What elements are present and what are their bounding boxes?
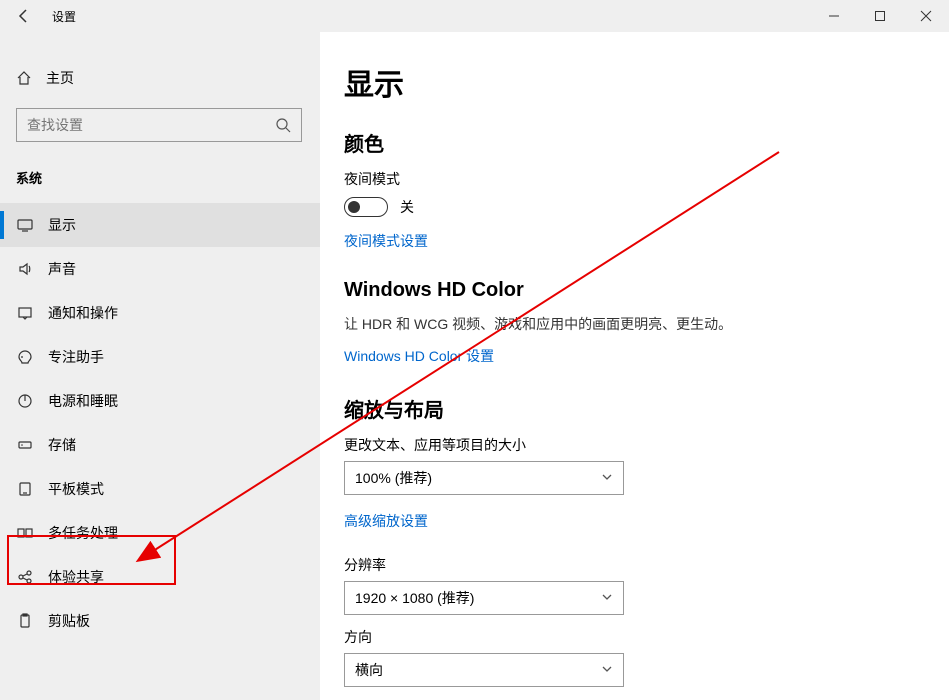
chevron-down-icon xyxy=(601,590,613,606)
home-button[interactable]: 主页 xyxy=(0,60,320,96)
maximize-button[interactable] xyxy=(857,0,903,32)
resolution-select[interactable]: 1920 × 1080 (推荐) xyxy=(344,581,624,615)
focus-icon xyxy=(16,348,34,366)
scale-heading: 缩放与布局 xyxy=(344,394,949,423)
resolution-value: 1920 × 1080 (推荐) xyxy=(355,588,474,608)
sidebar-item-label: 电源和睡眠 xyxy=(48,391,118,411)
sidebar-item-label: 通知和操作 xyxy=(48,303,118,323)
sidebar-item-focus[interactable]: 专注助手 xyxy=(0,335,320,379)
orientation-value: 横向 xyxy=(355,660,383,680)
minimize-button[interactable] xyxy=(811,0,857,32)
scale-label: 更改文本、应用等项目的大小 xyxy=(344,435,949,455)
multitask-icon xyxy=(16,524,34,542)
close-icon xyxy=(920,10,932,22)
sidebar-item-label: 多任务处理 xyxy=(48,523,118,543)
sidebar-item-tablet[interactable]: 平板模式 xyxy=(0,467,320,511)
arrow-left-icon xyxy=(16,8,32,24)
power-icon xyxy=(16,392,34,410)
sidebar-item-label: 平板模式 xyxy=(48,479,104,499)
hd-color-settings-link[interactable]: Windows HD Color 设置 xyxy=(344,346,494,366)
home-icon xyxy=(16,70,32,86)
close-button[interactable] xyxy=(903,0,949,32)
sidebar-item-display[interactable]: 显示 xyxy=(0,203,320,247)
sidebar-item-label: 剪贴板 xyxy=(48,611,90,631)
chevron-down-icon xyxy=(601,662,613,678)
sidebar-item-label: 存储 xyxy=(48,435,76,455)
search-box[interactable] xyxy=(16,108,302,142)
orientation-select[interactable]: 横向 xyxy=(344,653,624,687)
sidebar-item-label: 显示 xyxy=(48,215,76,235)
storage-icon xyxy=(16,436,34,454)
sidebar-item-power[interactable]: 电源和睡眠 xyxy=(0,379,320,423)
home-label: 主页 xyxy=(46,68,74,88)
content-pane: 显示 颜色 夜间模式 关 夜间模式设置 Windows HD Color 让 H… xyxy=(320,32,949,700)
hd-color-heading: Windows HD Color xyxy=(344,279,949,302)
sidebar-item-label: 声音 xyxy=(48,259,76,279)
scale-select[interactable]: 100% (推荐) xyxy=(344,461,624,495)
page-title: 显示 xyxy=(344,60,949,104)
back-button[interactable] xyxy=(0,0,48,32)
orientation-label: 方向 xyxy=(344,627,949,647)
night-mode-settings-link[interactable]: 夜间模式设置 xyxy=(344,231,428,251)
night-mode-state: 关 xyxy=(400,197,414,217)
sidebar: 主页 系统 显示声音通知和操作专注助手电源和睡眠存储平板模式多任务处理体验共享剪… xyxy=(0,32,320,700)
chevron-down-icon xyxy=(601,470,613,486)
color-heading: 颜色 xyxy=(344,128,949,157)
window-controls xyxy=(811,0,949,32)
advanced-scale-link[interactable]: 高级缩放设置 xyxy=(344,511,428,531)
share-icon xyxy=(16,568,34,586)
minimize-icon xyxy=(828,10,840,22)
sidebar-item-clipboard[interactable]: 剪贴板 xyxy=(0,599,320,643)
search-input[interactable] xyxy=(27,117,273,133)
display-icon xyxy=(16,216,34,234)
night-mode-toggle[interactable] xyxy=(344,197,388,217)
search-icon xyxy=(273,117,293,133)
sidebar-item-storage[interactable]: 存储 xyxy=(0,423,320,467)
maximize-icon xyxy=(874,10,886,22)
sidebar-item-sound[interactable]: 声音 xyxy=(0,247,320,291)
sidebar-item-share[interactable]: 体验共享 xyxy=(0,555,320,599)
scale-value: 100% (推荐) xyxy=(355,468,432,488)
window-title: 设置 xyxy=(48,8,76,25)
clipboard-icon xyxy=(16,612,34,630)
sidebar-nav: 显示声音通知和操作专注助手电源和睡眠存储平板模式多任务处理体验共享剪贴板 xyxy=(0,203,320,643)
sidebar-item-notification[interactable]: 通知和操作 xyxy=(0,291,320,335)
sidebar-section-label: 系统 xyxy=(0,160,320,203)
tablet-icon xyxy=(16,480,34,498)
notification-icon xyxy=(16,304,34,322)
night-mode-label: 夜间模式 xyxy=(344,169,949,189)
hd-color-description: 让 HDR 和 WCG 视频、游戏和应用中的画面更明亮、更生动。 xyxy=(344,314,949,334)
sound-icon xyxy=(16,260,34,278)
toggle-knob xyxy=(348,201,360,213)
sidebar-item-label: 体验共享 xyxy=(48,567,104,587)
sidebar-item-multitask[interactable]: 多任务处理 xyxy=(0,511,320,555)
resolution-label: 分辨率 xyxy=(344,555,949,575)
titlebar: 设置 xyxy=(0,0,949,32)
sidebar-item-label: 专注助手 xyxy=(48,347,104,367)
